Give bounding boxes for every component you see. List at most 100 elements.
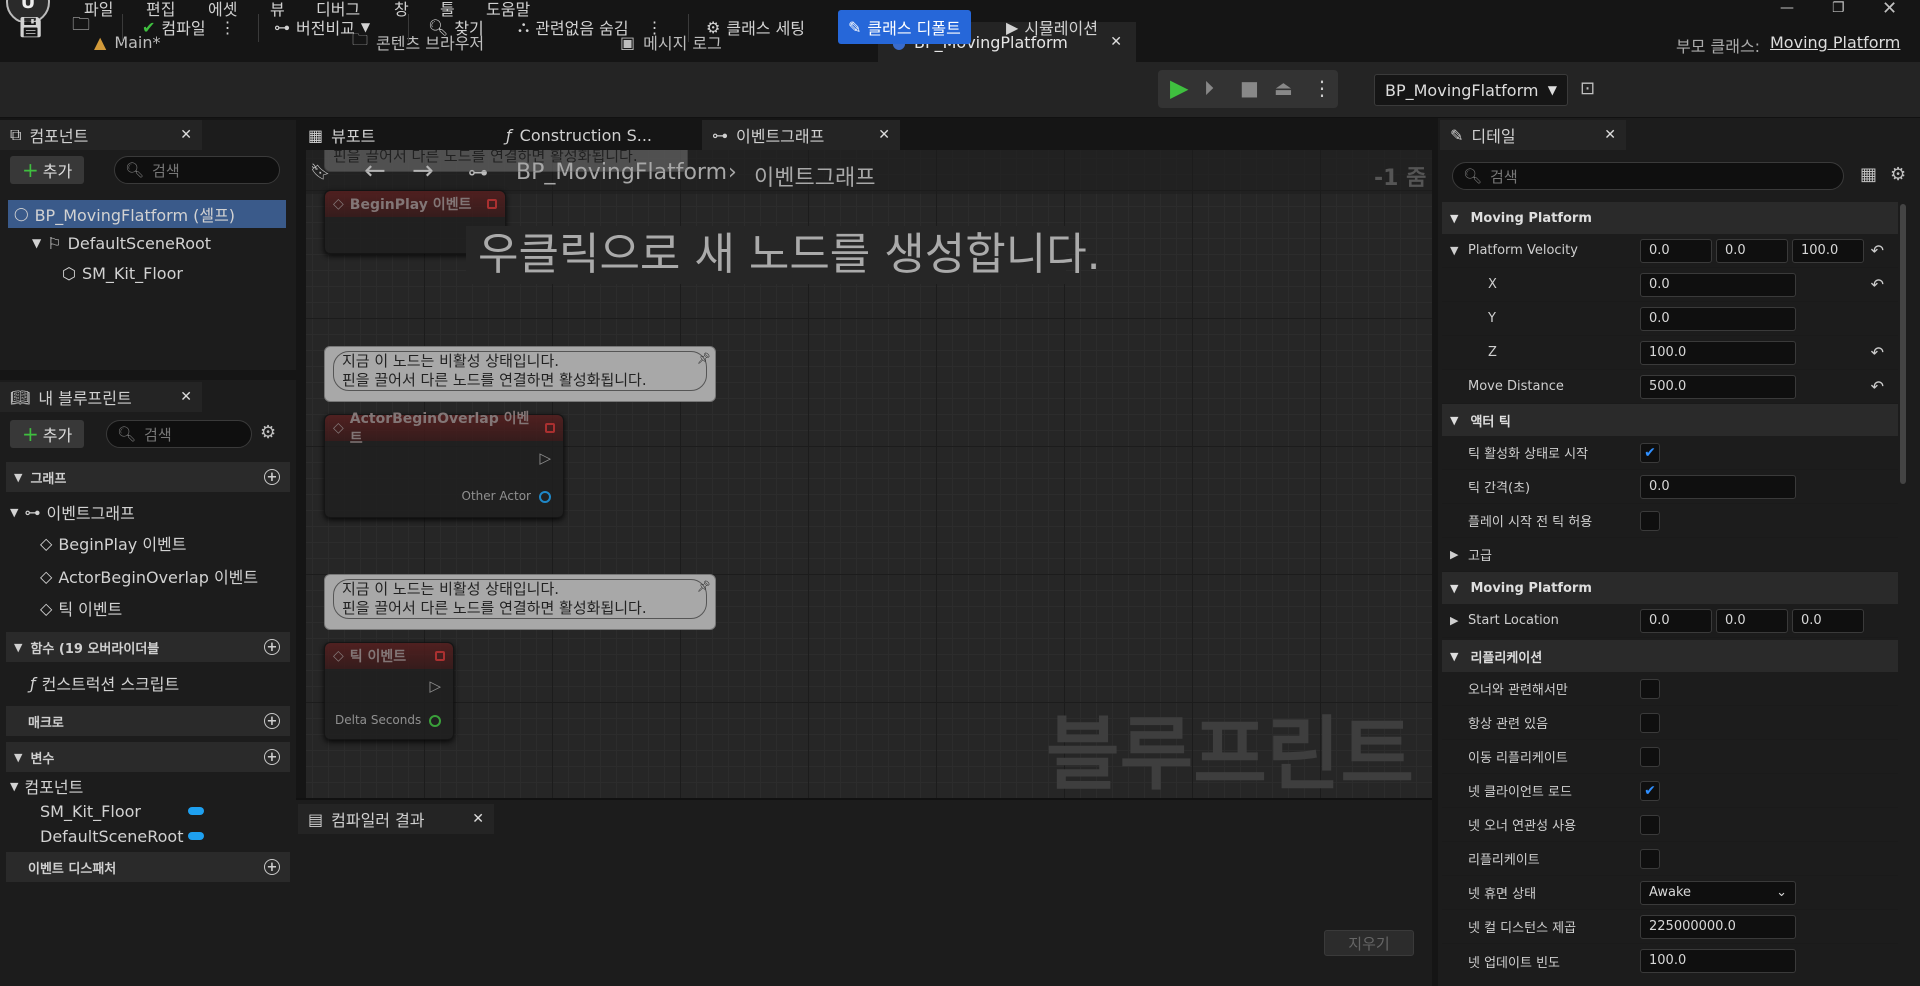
component-sm-kit-floor[interactable]: ⬡ SM_Kit_Floor — [62, 261, 183, 285]
graph-eventgraph[interactable]: ▼ ⊶ 이벤트그래프 — [10, 500, 135, 524]
node-actor-begin-overlap[interactable]: ◇ ActorBeginOverlap 이벤트 ▷ Other Actor — [324, 411, 564, 518]
section-replication[interactable]: ▼ 리플리케이션 — [1442, 640, 1898, 672]
velocity-y-input[interactable]: 0.0 — [1716, 238, 1788, 263]
construction-script[interactable]: ƒ 컨스트럭션 스크립트 — [30, 671, 179, 695]
event-beginplay[interactable]: ◇ BeginPlay 이벤트 — [40, 531, 187, 555]
section-functions[interactable]: ▼ 함수 (19 오버라이더블 + — [6, 632, 290, 662]
table-view-icon[interactable]: ▦ — [1860, 164, 1877, 185]
breadcrumb-graph[interactable]: 이벤트그래프 — [754, 160, 875, 192]
pin-bubble-icon[interactable]: 📌︎ — [697, 349, 711, 368]
always-relevant-checkbox[interactable] — [1640, 712, 1660, 733]
replicates-checkbox[interactable] — [1640, 848, 1660, 869]
delegate-pin[interactable] — [487, 199, 497, 209]
add-function-icon[interactable]: + — [264, 639, 280, 655]
net-cull-distance-input[interactable]: 225000000.0 — [1640, 914, 1796, 939]
eject-icon[interactable]: ⏏ — [1274, 76, 1293, 100]
expand-right-icon[interactable]: ▶ — [1450, 614, 1458, 627]
tick-enabled-checkbox[interactable]: ✔ — [1640, 442, 1660, 463]
add-dispatcher-icon[interactable]: + — [264, 859, 280, 875]
section-event-dispatchers[interactable]: 이벤트 디스패처 + — [6, 852, 290, 882]
tab-details[interactable]: ✎ 디테일 ✕ — [1440, 120, 1626, 150]
find-button[interactable]: 🔍︎ 찾기 — [428, 10, 484, 44]
class-settings-button[interactable]: ⚙ 클래스 세팅 — [706, 10, 805, 44]
only-relevant-to-owner-checkbox[interactable] — [1640, 678, 1660, 699]
exec-pin[interactable]: ▷ — [539, 449, 551, 467]
variable-category-components[interactable]: ▼ 컴포넌트 — [10, 774, 83, 798]
variable-sm-kit-floor[interactable]: SM_Kit_Floor — [40, 799, 204, 823]
object-pin[interactable] — [539, 491, 551, 503]
close-tab-icon[interactable]: ✕ — [1110, 34, 1122, 50]
blueprint-search-input[interactable]: 🔍︎ 검색 — [106, 420, 252, 448]
add-macro-icon[interactable]: + — [264, 713, 280, 729]
tab-components[interactable]: ⧉ 컴포넌트 ✕ — [0, 120, 202, 150]
velocity-x-input[interactable]: 0.0 — [1640, 238, 1712, 263]
simulation-button[interactable]: ▶ 시뮬레이션 — [1006, 10, 1098, 44]
close-window-icon[interactable]: ✕ — [1882, 0, 1897, 19]
save-button[interactable]: 💾︎ — [18, 10, 43, 44]
section-variables[interactable]: ▼ 변수 + — [6, 742, 290, 772]
compile-button[interactable]: ✔ 컴파일 ⋮ — [142, 10, 236, 44]
expand-down-icon[interactable]: ▼ — [1450, 244, 1458, 257]
play-icon[interactable]: ▶ — [1170, 74, 1188, 102]
delegate-pin[interactable] — [545, 423, 555, 433]
reset-arrow-icon[interactable]: ↶ — [1871, 377, 1884, 396]
details-search-input[interactable]: 🔍︎ 검색 — [1452, 162, 1844, 190]
menu-window[interactable]: 창 — [394, 0, 409, 20]
tab-compiler-results[interactable]: ▤ 컴파일러 결과 ✕ — [298, 804, 494, 834]
class-defaults-button[interactable]: ✎ 클래스 디폴트 — [838, 10, 971, 44]
play-options-icon[interactable]: ⋮ — [1312, 76, 1332, 100]
components-search-input[interactable]: 🔍︎ 검색 — [114, 156, 280, 184]
tab-my-blueprint[interactable]: 📖︎ 내 블루프린트 ✕ — [0, 382, 202, 412]
section-graphs[interactable]: ▼ 그래프 + — [6, 462, 290, 492]
move-distance-input[interactable]: 500.0 — [1640, 374, 1796, 399]
close-panel-icon[interactable]: ✕ — [1604, 127, 1616, 143]
add-component-button[interactable]: + 추가 — [10, 156, 85, 184]
debug-filter-icon[interactable]: ⊡ — [1580, 78, 1595, 99]
close-tab-icon[interactable]: ✕ — [878, 127, 890, 143]
details-scrollbar[interactable] — [1900, 204, 1906, 484]
reset-arrow-icon[interactable]: ↶ — [1871, 275, 1884, 294]
tab-viewport[interactable]: ▦ 뷰포트 — [298, 120, 488, 150]
step-icon[interactable]: ⏵ — [1204, 76, 1214, 100]
add-blueprint-member-button[interactable]: + 추가 — [10, 420, 85, 448]
parent-class-link[interactable]: Moving Platform — [1770, 33, 1900, 52]
close-panel-icon[interactable]: ✕ — [472, 811, 484, 827]
tick-before-play-checkbox[interactable] — [1640, 510, 1660, 531]
close-panel-icon[interactable]: ✕ — [180, 127, 192, 143]
start-location-y-input[interactable]: 0.0 — [1716, 608, 1788, 633]
event-tick[interactable]: ◇ 틱 이벤트 — [40, 596, 122, 620]
compile-options-icon[interactable]: ⋮ — [220, 18, 236, 37]
debug-object-select[interactable]: BP_MovingFlatform ▼ — [1374, 74, 1568, 106]
component-default-scene-root[interactable]: ▼ ⚐ DefaultSceneRoot — [32, 231, 211, 255]
replicate-movement-checkbox[interactable] — [1640, 746, 1660, 767]
gear-icon[interactable]: ⚙ — [1890, 164, 1906, 185]
net-use-owner-relevancy-checkbox[interactable] — [1640, 814, 1660, 835]
reset-arrow-icon[interactable]: ↶ — [1871, 343, 1884, 362]
maximize-icon[interactable]: ❐ — [1832, 0, 1845, 16]
minimize-icon[interactable]: — — [1780, 0, 1794, 16]
net-load-on-client-checkbox[interactable]: ✔ — [1640, 780, 1660, 801]
tab-construction-script[interactable]: ƒ Construction S... — [496, 120, 694, 150]
gear-icon[interactable]: ⚙ — [260, 422, 276, 443]
variable-default-scene-root[interactable]: DefaultSceneRoot — [40, 824, 204, 848]
clear-button[interactable]: 지우기 — [1324, 930, 1414, 956]
delegate-pin[interactable] — [435, 651, 445, 661]
graph-canvas[interactable]: 🔖︎ ← → ⊶ BP_MovingFlatform › 이벤트그래프 -1 줌… — [306, 150, 1432, 798]
event-actor-begin-overlap[interactable]: ◇ ActorBeginOverlap 이벤트 — [40, 564, 258, 588]
float-pin[interactable] — [429, 715, 441, 727]
diff-button[interactable]: ⊶ 버전비교 ▼ — [274, 10, 370, 44]
prop-advanced[interactable]: ▶ 고급 — [1442, 538, 1898, 572]
section-moving-platform-2[interactable]: ▼ Moving Platform — [1442, 572, 1898, 604]
tab-eventgraph[interactable]: ⊶ 이벤트그래프 ✕ — [702, 120, 900, 150]
section-actor-tick[interactable]: ▼ 액터 틱 — [1442, 404, 1898, 436]
net-update-frequency-input[interactable]: 100.0 — [1640, 949, 1796, 973]
hide-unrelated-button[interactable]: ⛬ 관련없음 숨김 ⋮ — [518, 10, 663, 44]
reset-arrow-icon[interactable]: ↶ — [1871, 241, 1884, 260]
section-macros[interactable]: 매크로 + — [6, 706, 290, 736]
z-input[interactable]: 100.0 — [1640, 340, 1796, 365]
exec-pin[interactable]: ▷ — [429, 677, 441, 695]
browse-button[interactable]: 🗀 — [72, 10, 90, 44]
x-input[interactable]: 0.0 — [1640, 272, 1796, 297]
add-variable-icon[interactable]: + — [264, 749, 280, 765]
y-input[interactable]: 0.0 — [1640, 306, 1796, 331]
